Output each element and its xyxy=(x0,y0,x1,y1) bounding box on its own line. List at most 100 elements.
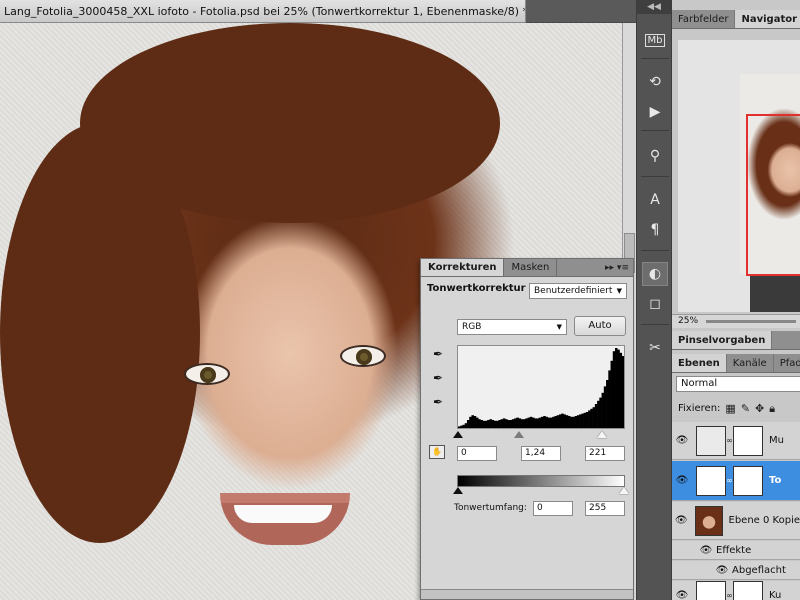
dock-separator xyxy=(641,176,669,177)
tab-layers[interactable]: Ebenen xyxy=(672,354,727,372)
visibility-eye-icon[interactable]: 👁︎ xyxy=(672,435,692,446)
histogram-bar xyxy=(520,419,524,428)
adjustments-tabs: Korrekturen Masken ▸▸ ▾≡ xyxy=(421,259,633,277)
photo-mouth xyxy=(220,493,350,545)
black-point-eyedropper-icon[interactable]: ✒ xyxy=(433,347,449,363)
histogram-bar xyxy=(572,416,575,428)
navigator-tabs: Farbfelder Navigator xyxy=(672,10,800,29)
mini-bridge-icon[interactable]: Mb xyxy=(642,28,668,52)
visibility-eye-icon[interactable]: 👁︎ xyxy=(712,565,732,576)
histogram-bar xyxy=(615,348,618,428)
mini-bridge-label: Mb xyxy=(644,33,666,47)
zoom-slider[interactable] xyxy=(706,320,796,323)
zoom-value[interactable]: 25% xyxy=(678,316,698,326)
visibility-eye-icon[interactable]: 👁︎ xyxy=(672,475,692,486)
layer-row[interactable]: 👁︎ ∞ Mu xyxy=(672,422,800,460)
layer-name: Mu xyxy=(769,435,784,446)
history-icon[interactable]: ⟲ xyxy=(642,70,668,94)
lock-transparency-icon[interactable]: ▦ xyxy=(725,400,735,418)
histogram-bar xyxy=(462,424,466,428)
histogram-bar xyxy=(541,416,544,428)
histogram-bar xyxy=(502,418,506,428)
lock-all-icon[interactable]: 🔒︎ xyxy=(769,400,775,418)
layer-thumbnail xyxy=(696,425,726,456)
output-white-field[interactable]: 255 xyxy=(585,501,625,516)
lock-position-icon[interactable]: ✥ xyxy=(755,400,764,418)
gray-point-eyedropper-icon[interactable]: ✒ xyxy=(433,371,449,387)
tool-presets-icon[interactable]: ✂ xyxy=(642,336,668,360)
visibility-eye-icon[interactable]: 👁︎ xyxy=(672,515,691,526)
adjustments-panel: Korrekturen Masken ▸▸ ▾≡ Tonwertkorrektu… xyxy=(420,258,634,600)
layer-name: To xyxy=(769,475,782,486)
paragraph-label: ¶ xyxy=(650,222,660,238)
tab-adjustments[interactable]: Korrekturen xyxy=(421,259,505,276)
adjustment-layer-icon xyxy=(696,465,726,496)
masks-icon[interactable]: ◻ xyxy=(642,292,668,316)
effects-row[interactable]: 👁︎ Effekte xyxy=(672,541,800,560)
histogram-bar xyxy=(601,392,605,428)
histogram-bar xyxy=(538,417,542,428)
tab-channels[interactable]: Kanäle xyxy=(727,354,774,372)
histogram-bar xyxy=(588,410,591,428)
histogram-bar xyxy=(471,415,474,428)
output-black-field[interactable]: 0 xyxy=(533,501,573,516)
document-tab[interactable]: Lang_Fotolia_3000458_XXL iofoto - Fotoli… xyxy=(0,0,526,23)
panel-menu-icon[interactable]: ▸▸ ▾≡ xyxy=(605,259,633,276)
white-point-eyedropper-icon[interactable]: ✒ xyxy=(433,395,449,411)
collapse-icon[interactable]: ◀◀ xyxy=(637,0,671,14)
output-white-slider[interactable] xyxy=(619,487,629,494)
navigator-zoom-row: 25% xyxy=(672,314,800,328)
paragraph-icon[interactable]: ¶ xyxy=(642,218,668,242)
input-black-field[interactable]: 0 xyxy=(457,446,497,461)
histogram-bar xyxy=(576,415,580,428)
preset-select[interactable]: Benutzerdefiniert xyxy=(529,283,627,299)
curves-thumbnail xyxy=(696,580,726,600)
histogram-bar xyxy=(511,419,515,428)
input-white-field[interactable]: 221 xyxy=(585,446,625,461)
layer-row[interactable]: 👁︎ ∞ Ku xyxy=(672,580,800,600)
histogram-bar xyxy=(592,407,596,428)
input-gray-slider[interactable] xyxy=(514,431,524,438)
histogram-bar xyxy=(563,414,566,428)
histogram xyxy=(457,345,625,429)
histogram-bar xyxy=(482,420,486,428)
actions-icon[interactable]: ▶ xyxy=(642,100,668,124)
histogram-graph xyxy=(458,348,624,428)
layer-row[interactable]: 👁︎ Ebene 0 Kopie xyxy=(672,502,800,540)
dock-separator xyxy=(641,130,669,131)
blend-mode-select[interactable]: Normal xyxy=(676,376,800,392)
visibility-eye-icon[interactable]: 👁︎ xyxy=(696,545,716,556)
tab-swatches[interactable]: Farbfelder xyxy=(672,10,736,28)
tab-masks[interactable]: Masken xyxy=(504,259,558,276)
tab-navigator[interactable]: Navigator xyxy=(735,10,800,28)
histogram-bar xyxy=(545,416,549,428)
navigator-preview[interactable] xyxy=(678,40,800,312)
histogram-bar xyxy=(583,412,587,428)
tab-brush-presets[interactable]: Pinselvorgaben xyxy=(672,331,773,349)
auto-button[interactable]: Auto xyxy=(574,316,626,336)
tab-paths[interactable]: Pfade xyxy=(774,354,800,372)
input-white-slider[interactable] xyxy=(597,431,607,438)
visibility-eye-icon[interactable]: 👁︎ xyxy=(672,590,692,600)
layer-name: Ebene 0 Kopie xyxy=(728,515,800,526)
histogram-bar xyxy=(552,416,555,428)
dock-separator xyxy=(641,324,669,325)
output-black-slider[interactable] xyxy=(453,487,463,494)
navigator-view-box[interactable] xyxy=(746,114,800,276)
histogram-bar xyxy=(599,397,602,428)
channel-select[interactable]: RGB xyxy=(457,319,567,335)
histogram-bar xyxy=(458,426,461,428)
input-black-slider[interactable] xyxy=(453,431,463,438)
panel-footer xyxy=(421,589,633,599)
effect-row[interactable]: 👁︎ Abgeflacht xyxy=(672,561,800,580)
adjustments-icon[interactable]: ◐ xyxy=(642,262,668,286)
link-icon: ∞ xyxy=(726,476,733,485)
input-gamma-field[interactable]: 1,24 xyxy=(521,446,561,461)
character-icon[interactable]: A xyxy=(642,188,668,212)
clone-source-icon[interactable]: ⚲ xyxy=(642,144,668,168)
link-icon: ∞ xyxy=(726,436,733,445)
histogram-bar xyxy=(498,420,501,428)
layer-row-selected[interactable]: 👁︎ ∞ To xyxy=(672,461,800,501)
targeted-adjust-icon[interactable]: ✋ xyxy=(429,445,445,459)
lock-pixels-icon[interactable]: ✎ xyxy=(741,400,750,418)
